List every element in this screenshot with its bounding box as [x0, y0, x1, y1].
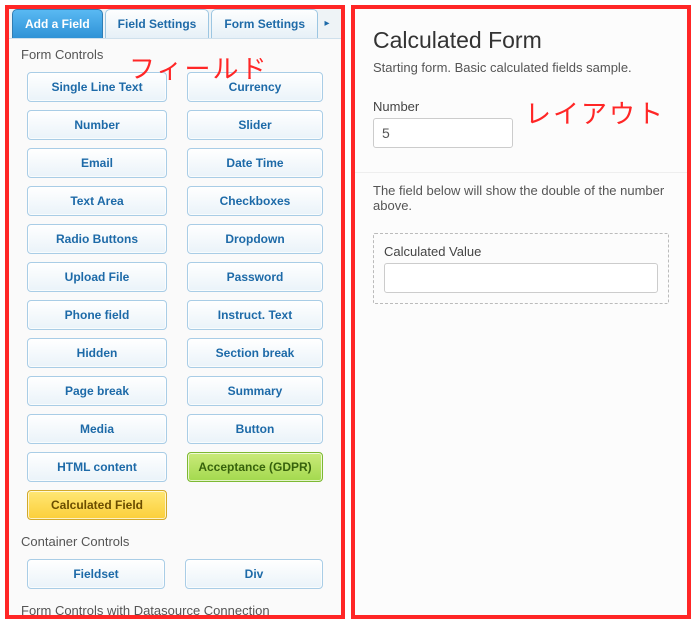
form-description: Starting form. Basic calculated fields s… [373, 60, 669, 75]
form-controls-grid: Single Line Text Currency Number Slider … [9, 66, 341, 526]
field-email[interactable]: Email [27, 148, 167, 178]
field-media[interactable]: Media [27, 414, 167, 444]
section-form-controls: Form Controls [9, 39, 341, 66]
tabs-bar: Add a Field Field Settings Form Settings… [9, 9, 341, 39]
field-div[interactable]: Div [185, 559, 323, 589]
field-section-break[interactable]: Section break [187, 338, 323, 368]
tabs-scroll-right-icon[interactable]: ▸ [320, 9, 334, 38]
calculated-input[interactable] [384, 263, 658, 293]
calculated-field-wrap[interactable]: Calculated Value [373, 233, 669, 304]
container-controls-grid: Fieldset Div [9, 553, 341, 595]
field-slider[interactable]: Slider [187, 110, 323, 140]
field-password[interactable]: Password [187, 262, 323, 292]
field-upload-file[interactable]: Upload File [27, 262, 167, 292]
calculated-label: Calculated Value [384, 244, 658, 259]
field-page-break[interactable]: Page break [27, 376, 167, 406]
field-button[interactable]: Button [187, 414, 323, 444]
section-datasource: Form Controls with Datasource Connection [9, 595, 341, 615]
form-title: Calculated Form [373, 27, 669, 54]
field-hidden[interactable]: Hidden [27, 338, 167, 368]
number-label: Number [373, 99, 669, 114]
field-checkboxes[interactable]: Checkboxes [187, 186, 323, 216]
field-fieldset[interactable]: Fieldset [27, 559, 165, 589]
form-preview: Calculated Form Starting form. Basic cal… [355, 9, 687, 615]
field-currency[interactable]: Currency [187, 72, 323, 102]
field-phone[interactable]: Phone field [27, 300, 167, 330]
instruction-text: The field below will show the double of … [355, 172, 687, 225]
field-dropdown[interactable]: Dropdown [187, 224, 323, 254]
tab-form-settings[interactable]: Form Settings [211, 9, 318, 38]
tab-add-field[interactable]: Add a Field [12, 9, 103, 38]
field-acceptance-gdpr[interactable]: Acceptance (GDPR) [187, 452, 323, 482]
field-calculated[interactable]: Calculated Field [27, 490, 167, 520]
field-instruct-text[interactable]: Instruct. Text [187, 300, 323, 330]
tab-field-settings[interactable]: Field Settings [105, 9, 210, 38]
number-input[interactable] [373, 118, 513, 148]
section-container-controls: Container Controls [9, 526, 341, 553]
field-number[interactable]: Number [27, 110, 167, 140]
field-html-content[interactable]: HTML content [27, 452, 167, 482]
field-single-line-text[interactable]: Single Line Text [27, 72, 167, 102]
field-text-area[interactable]: Text Area [27, 186, 167, 216]
field-summary[interactable]: Summary [187, 376, 323, 406]
field-radio-buttons[interactable]: Radio Buttons [27, 224, 167, 254]
field-date-time[interactable]: Date Time [187, 148, 323, 178]
